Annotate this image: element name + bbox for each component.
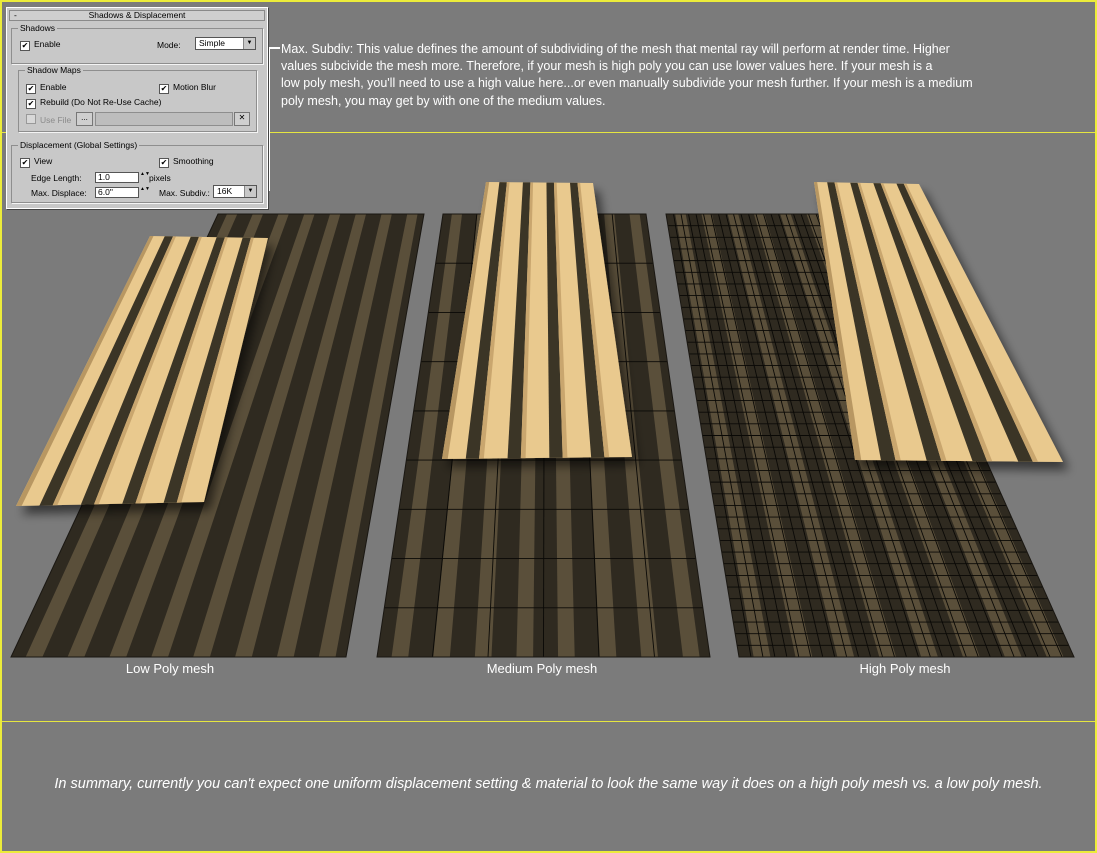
collapse-icon[interactable]: -: [14, 11, 17, 20]
close-icon: ✕: [238, 113, 246, 122]
corrugated-panel-high: [814, 182, 1063, 462]
view-checkbox[interactable]: ✔ View: [20, 156, 52, 168]
annotation-line: low poly mesh, you'll need to use a high…: [281, 76, 973, 91]
smoothing-label: Smoothing: [173, 156, 214, 166]
edge-length-unit: pixels: [149, 173, 171, 183]
mode-dropdown[interactable]: Simple ▼: [195, 37, 256, 50]
check-icon: ✔: [159, 84, 169, 94]
max-subdiv-dropdown[interactable]: 16K ▼: [213, 185, 257, 198]
caption-high-poly: High Poly mesh: [859, 661, 951, 676]
unchecked-icon: [26, 114, 36, 124]
shadows-enable-checkbox[interactable]: ✔ Enable: [20, 39, 60, 51]
mode-label: Mode:: [157, 40, 181, 50]
edge-length-label: Edge Length:: [31, 173, 82, 183]
max-displace-input[interactable]: 6.0" ▲▼: [95, 187, 150, 198]
use-file-checkbox[interactable]: Use File: [26, 114, 71, 125]
use-file-label: Use File: [40, 115, 72, 125]
smoothing-checkbox[interactable]: ✔ Smoothing: [159, 156, 214, 168]
max-displace-value: 6.0": [98, 187, 113, 197]
spinner-icon[interactable]: ▲▼: [140, 172, 150, 183]
browse-button[interactable]: ...: [76, 112, 93, 126]
displacement-group-label: Displacement (Global Settings): [18, 140, 140, 150]
check-icon: ✔: [20, 41, 30, 51]
check-icon: ✔: [26, 99, 36, 109]
clear-file-button[interactable]: ✕: [234, 112, 250, 126]
edge-length-input[interactable]: 1.0 ▲▼: [95, 172, 150, 183]
rebuild-checkbox[interactable]: ✔ Rebuild (Do Not Re-Use Cache): [26, 97, 161, 109]
rollout-title: Shadows & Displacement: [88, 10, 186, 20]
shadows-displacement-rollout: - Shadows & Displacement Shadows ✔ Enable…: [6, 7, 268, 209]
annotation-line: Max. Subdiv: This value defines the amou…: [281, 42, 950, 56]
caption-medium-poly: Medium Poly mesh: [486, 661, 598, 676]
check-icon: ✔: [20, 158, 30, 168]
mode-value: Simple: [199, 38, 225, 48]
chevron-down-icon[interactable]: ▼: [243, 38, 255, 49]
summary-text: In summary, currently you can't expect o…: [54, 776, 1043, 792]
edge-length-value: 1.0: [98, 172, 110, 182]
caption-low-poly: Low Poly mesh: [125, 661, 215, 676]
motion-blur-label: Motion Blur: [173, 82, 216, 92]
shadow-file-field[interactable]: [95, 112, 233, 126]
max-subdiv-label: Max. Subdiv.:: [159, 188, 210, 198]
annotation-line: values subcivide the mesh more. Therefor…: [281, 59, 933, 74]
view-label: View: [34, 156, 53, 166]
spinner-icon[interactable]: ▲▼: [140, 187, 150, 198]
motion-blur-checkbox[interactable]: ✔ Motion Blur: [159, 82, 216, 94]
shadow-maps-enable-checkbox[interactable]: ✔ Enable: [26, 82, 66, 94]
rebuild-label: Rebuild (Do Not Re-Use Cache): [40, 97, 162, 107]
chevron-down-icon[interactable]: ▼: [244, 186, 256, 197]
check-icon: ✔: [159, 158, 169, 168]
annotation-leader: [268, 47, 270, 190]
shadows-enable-label: Enable: [34, 39, 61, 49]
check-icon: ✔: [26, 84, 36, 94]
shadow-maps-group-label: Shadow Maps: [25, 65, 83, 75]
annotation-leader-top: [268, 47, 280, 49]
render-canvas: Max. Subdiv: This value defines the amou…: [0, 0, 1097, 853]
shadows-group-label: Shadows: [18, 23, 57, 33]
rollout-title-bar[interactable]: - Shadows & Displacement: [9, 10, 265, 21]
annotation-text: Max. Subdiv: This value defines the amou…: [281, 41, 1081, 110]
shadow-maps-enable-label: Enable: [40, 82, 67, 92]
max-subdiv-value: 16K: [217, 186, 233, 196]
max-displace-label: Max. Displace:: [31, 188, 87, 198]
annotation-line: poly mesh, you may get by with one of th…: [281, 93, 606, 108]
